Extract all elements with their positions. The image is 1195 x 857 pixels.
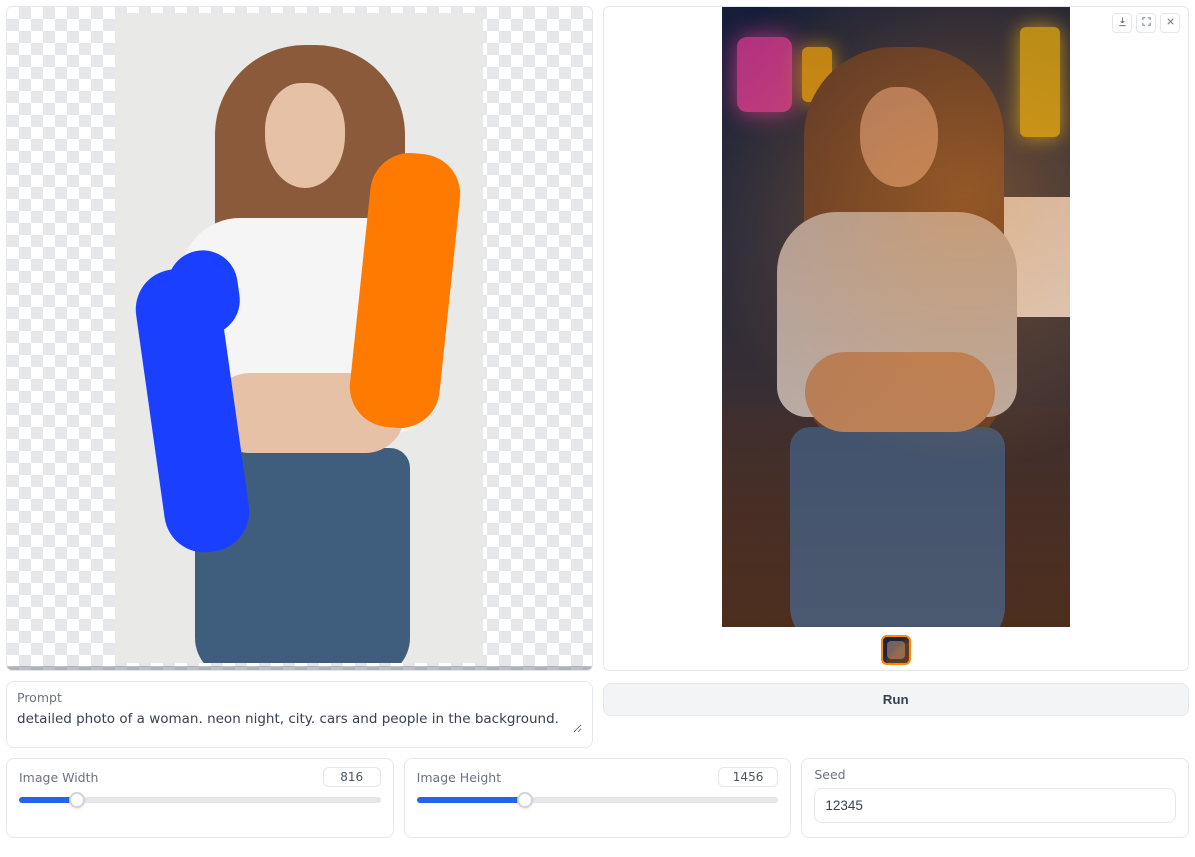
neon-sign: [737, 37, 792, 112]
download-button[interactable]: [1112, 13, 1132, 33]
run-button[interactable]: Run: [603, 683, 1190, 716]
fullscreen-icon: [1141, 15, 1152, 31]
image-width-label: Image Width: [19, 770, 98, 785]
image-height-value[interactable]: 1456: [718, 767, 779, 787]
fullscreen-button[interactable]: [1136, 13, 1156, 33]
image-height-control: Image Height 1456: [404, 758, 792, 838]
image-width-value[interactable]: 816: [323, 767, 381, 787]
neon-sign: [1020, 27, 1060, 137]
close-button[interactable]: [1160, 13, 1180, 33]
prompt-input[interactable]: [17, 711, 582, 733]
image-width-slider[interactable]: [19, 797, 381, 803]
output-toolbar: [1112, 13, 1180, 33]
output-image[interactable]: [722, 7, 1070, 627]
seed-label: Seed: [814, 767, 1176, 782]
input-canvas[interactable]: [6, 6, 593, 671]
seed-input[interactable]: [814, 788, 1176, 823]
output-thumbnail[interactable]: [881, 635, 911, 665]
close-icon: [1165, 15, 1176, 31]
seed-control: Seed: [801, 758, 1189, 838]
input-image[interactable]: [115, 13, 483, 663]
image-width-control: Image Width 816: [6, 758, 394, 838]
prompt-field: Prompt: [6, 681, 593, 748]
image-height-slider[interactable]: [417, 797, 779, 803]
output-panel: [603, 6, 1190, 671]
download-icon: [1117, 15, 1128, 31]
image-height-label: Image Height: [417, 770, 501, 785]
prompt-label: Prompt: [17, 690, 582, 705]
